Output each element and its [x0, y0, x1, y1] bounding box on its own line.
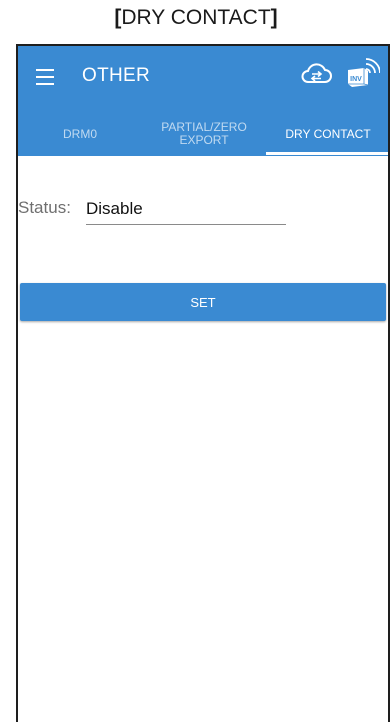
app-bar: OTHER INV DRM0 PARTIAL/ZERO EXPORT DRY C…: [18, 46, 388, 156]
tab-drm0[interactable]: DRM0: [18, 114, 142, 154]
tab-dry-contact[interactable]: DRY CONTACT: [266, 114, 388, 154]
status-select[interactable]: Disable: [86, 199, 286, 225]
caption-text: DRY CONTACT: [121, 6, 271, 29]
active-tab-indicator: [266, 152, 388, 155]
inv-badge-text: INV: [350, 76, 362, 83]
set-button[interactable]: SET: [20, 283, 386, 321]
status-label: Status:: [18, 198, 71, 217]
phone-screen: OTHER INV DRM0 PARTIAL/ZERO EXPORT DRY C…: [16, 44, 390, 722]
cloud-sync-icon[interactable]: [300, 60, 332, 88]
tab-dry-contact-label: DRY CONTACT: [285, 126, 371, 141]
inverter-wifi-icon[interactable]: INV: [346, 56, 380, 88]
caption-close-bracket: ]: [270, 6, 278, 29]
tab-drm0-label: DRM0: [62, 126, 97, 141]
tab-bar: DRM0 PARTIAL/ZERO EXPORT DRY CONTACT: [18, 114, 388, 154]
tab-partial-zero-export-line2: EXPORT: [179, 133, 229, 147]
tab-partial-zero-export[interactable]: PARTIAL/ZERO EXPORT: [142, 114, 266, 154]
menu-icon[interactable]: [36, 69, 54, 85]
page-title: OTHER: [82, 65, 150, 86]
page-caption: [DRY CONTACT]: [0, 6, 392, 30]
